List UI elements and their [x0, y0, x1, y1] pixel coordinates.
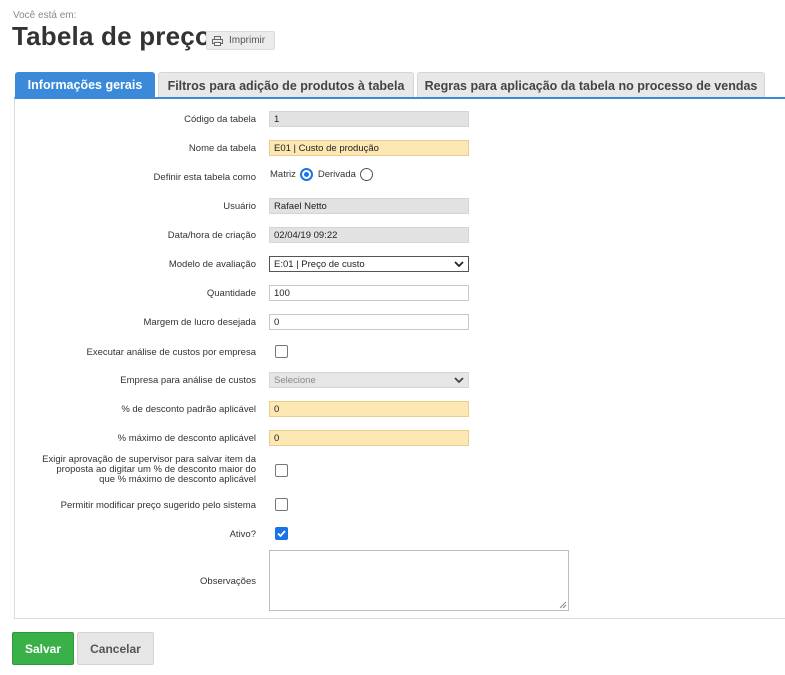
observacoes-label: Observações	[200, 576, 256, 587]
modelo-label: Modelo de avaliação	[168, 259, 256, 270]
margem-field[interactable]: 0	[269, 314, 469, 330]
quantidade-label: Quantidade	[206, 288, 256, 299]
exigir-label: Exigir aprovação de supervisor para salv…	[42, 454, 256, 485]
ativo-checkbox[interactable]	[275, 527, 288, 540]
exigir-checkbox[interactable]	[275, 464, 288, 477]
tab-informacoes-gerais[interactable]: Informações gerais	[15, 72, 155, 98]
checkmark-icon	[277, 530, 286, 538]
codigo-label: Código da tabela	[184, 114, 256, 125]
quantidade-field[interactable]: 100	[269, 285, 469, 301]
data-field: 02/04/19 09:22	[269, 227, 469, 243]
nome-label: Nome da tabela	[188, 143, 256, 154]
empresa-select[interactable]: Selecione	[269, 372, 469, 388]
chevron-down-icon	[454, 260, 464, 267]
print-label: Imprimir	[229, 35, 266, 46]
save-button[interactable]: Salvar	[12, 632, 74, 665]
desconto-max-label: % máximo de desconto aplicável	[117, 433, 256, 444]
derivada-radio[interactable]	[359, 168, 373, 181]
desconto-max-field[interactable]: 0	[269, 430, 469, 446]
cancel-button[interactable]: Cancelar	[77, 632, 154, 665]
empresa-value: Selecione	[274, 374, 316, 386]
codigo-field: 1	[269, 111, 469, 127]
observacoes-textarea[interactable]	[269, 550, 569, 611]
derivada-label: Derivada	[317, 169, 356, 180]
executar-checkbox[interactable]	[275, 345, 288, 358]
matriz-radio[interactable]	[299, 168, 313, 181]
modelo-select[interactable]: E:01 | Preço de custo	[269, 256, 469, 272]
executar-label: Executar análise de custos por empresa	[86, 347, 256, 358]
desconto-padrao-field[interactable]: 0	[269, 401, 469, 417]
data-label: Data/hora de criação	[167, 230, 256, 241]
tab-regras[interactable]: Regras para aplicação da tabela no proce…	[417, 72, 765, 98]
margem-label: Margem de lucro desejada	[143, 317, 256, 328]
desconto-padrao-label: % de desconto padrão aplicável	[121, 404, 256, 415]
tab-filtros[interactable]: Filtros para adição de produtos à tabela	[158, 72, 414, 98]
ativo-label: Ativo?	[229, 529, 256, 540]
printer-icon	[212, 35, 223, 46]
definir-label: Definir esta tabela como	[153, 172, 256, 183]
usuario-label: Usuário	[223, 201, 256, 212]
permitir-label: Permitir modificar preço sugerido pelo s…	[60, 500, 256, 511]
resize-handle-icon[interactable]	[559, 601, 567, 609]
definir-radio-group: Matriz Derivada	[270, 168, 378, 181]
nome-field[interactable]: E01 | Custo de produção	[269, 140, 469, 156]
print-button[interactable]: Imprimir	[206, 31, 275, 50]
chevron-down-icon	[454, 376, 464, 383]
modelo-value: E:01 | Preço de custo	[274, 258, 365, 270]
matriz-label: Matriz	[270, 169, 296, 180]
permitir-checkbox[interactable]	[275, 498, 288, 511]
empresa-label: Empresa para análise de custos	[120, 375, 256, 386]
usuario-field: Rafael Netto	[269, 198, 469, 214]
form-panel	[14, 97, 785, 619]
tab-bar: Informações gerais Filtros para adição d…	[15, 72, 785, 98]
breadcrumb: Você está em:	[13, 10, 77, 21]
page-title: Tabela de preço	[12, 21, 212, 51]
